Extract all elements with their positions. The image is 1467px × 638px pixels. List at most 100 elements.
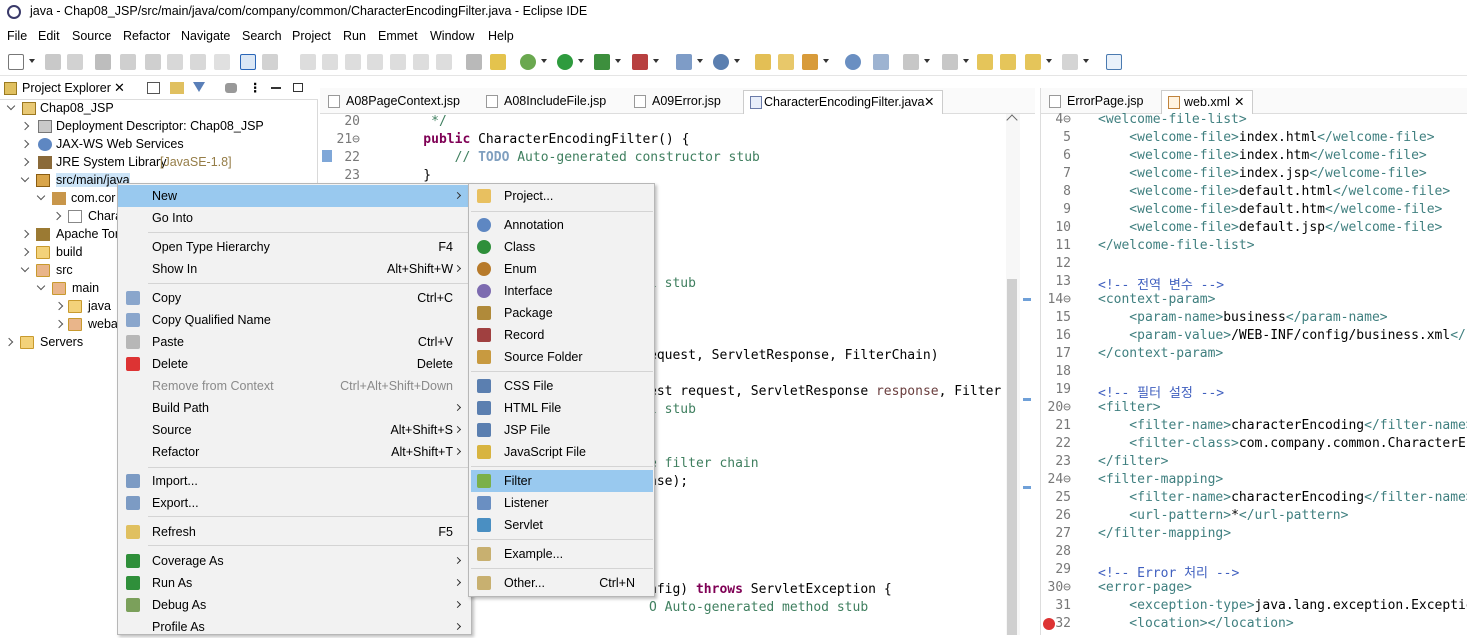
context-menu-item-delete[interactable]: Delete Delete (118, 353, 471, 375)
filter-icon[interactable] (193, 82, 205, 94)
dropdown-icon[interactable] (697, 59, 703, 63)
dropdown-icon[interactable] (823, 59, 829, 63)
step-into-icon[interactable] (390, 54, 406, 70)
tab-web-xml[interactable]: web.xml ✕ (1161, 90, 1253, 114)
scrollbar-thumb[interactable] (1007, 279, 1017, 635)
context-menu-item-debug-as[interactable]: Debug As (118, 594, 471, 616)
scroll-up-icon[interactable] (1006, 114, 1018, 126)
back-icon[interactable] (1025, 54, 1041, 70)
vertical-scrollbar[interactable] (1006, 114, 1020, 635)
menu-navigate[interactable]: Navigate (181, 29, 230, 43)
context-menu-item-show-in[interactable]: Show In Alt+Shift+W (118, 258, 471, 280)
context-menu-item-go-into[interactable]: Go Into (118, 207, 471, 229)
dropdown-icon[interactable] (963, 59, 969, 63)
minimize-icon[interactable] (271, 87, 281, 89)
debug-icon[interactable] (520, 54, 536, 70)
dropdown-icon[interactable] (29, 59, 35, 63)
save-icon[interactable] (45, 54, 61, 70)
open-folder-icon[interactable] (755, 54, 771, 70)
new-submenu-item-enum[interactable]: Enum (471, 258, 653, 280)
context-menu-item-refresh[interactable]: Refresh F5 (118, 521, 471, 543)
new-submenu-item-annotation[interactable]: Annotation (471, 214, 653, 236)
tab-a08pagecontext[interactable]: A08PageContext.jsp (322, 90, 472, 114)
dropdown-icon[interactable] (653, 59, 659, 63)
step-icon[interactable] (262, 54, 278, 70)
dropdown-icon[interactable] (615, 59, 621, 63)
menu-search[interactable]: Search (242, 29, 282, 43)
context-menu-item-paste[interactable]: Paste Ctrl+V (118, 331, 471, 353)
dropdown-icon[interactable] (578, 59, 584, 63)
new-icon[interactable] (8, 54, 24, 70)
open-type-icon[interactable] (490, 54, 506, 70)
new-submenu-item-html-file[interactable]: HTML File (471, 397, 653, 419)
new-submenu-item-source-folder[interactable]: Source Folder (471, 346, 653, 368)
new-submenu-item-other[interactable]: Other... Ctrl+N (471, 572, 653, 594)
context-menu-item-import[interactable]: Import... (118, 470, 471, 492)
maximize-icon[interactable] (293, 83, 303, 92)
format-icon[interactable] (145, 54, 161, 70)
dropdown-icon[interactable] (734, 59, 740, 63)
link-icon[interactable] (225, 83, 237, 93)
save-all-icon[interactable] (67, 54, 83, 70)
new-web-icon[interactable] (713, 54, 729, 70)
close-tab-icon[interactable]: ✕ (924, 94, 934, 109)
context-menu-item-open-type-hierarchy[interactable]: Open Type Hierarchy F4 (118, 236, 471, 258)
project-explorer-tab[interactable]: Project Explorer ✕ ⋮ (0, 78, 318, 100)
new-submenu-item-example[interactable]: Example... (471, 543, 653, 565)
search-icon[interactable] (873, 54, 889, 70)
forward-icon[interactable] (1062, 54, 1078, 70)
xml-code-area[interactable]: 4⊖ <welcome-file-list> 5 <welcome-file>ind… (1041, 112, 1467, 635)
context-menu-item-coverage-as[interactable]: Coverage As (118, 550, 471, 572)
annotation-nav-icon[interactable] (903, 54, 919, 70)
forward-edit-icon[interactable] (1000, 54, 1016, 70)
context-menu-item-new[interactable]: New (118, 185, 471, 207)
close-icon[interactable]: ✕ (114, 80, 125, 96)
menu-edit[interactable]: Edit (38, 29, 60, 43)
new-submenu-item-servlet[interactable]: Servlet (471, 514, 653, 536)
view-menu-icon[interactable]: ⋮ (249, 80, 262, 95)
open-task-icon[interactable] (466, 54, 482, 70)
tree-item-deployment-descriptor[interactable]: Deployment Descriptor: Chap08_JSP (0, 118, 318, 136)
tab-a08includefile[interactable]: A08IncludeFile.jsp (480, 90, 620, 114)
resume-icon[interactable] (300, 54, 316, 70)
tree-item-jaxws[interactable]: JAX-WS Web Services (0, 136, 318, 154)
new-submenu-item-record[interactable]: Record (471, 324, 653, 346)
mark-icon[interactable] (167, 54, 183, 70)
context-menu-item-copy-qualified-name[interactable]: Copy Qualified Name (118, 309, 471, 331)
menu-file[interactable]: File (7, 29, 27, 43)
context-menu-item-copy[interactable]: Copy Ctrl+C (118, 287, 471, 309)
step-over-icon[interactable] (413, 54, 429, 70)
context-menu-item-refactor[interactable]: Refactor Alt+Shift+T (118, 441, 471, 463)
new-submenu-item-filter[interactable]: Filter (471, 470, 653, 492)
coverage-icon[interactable] (594, 54, 610, 70)
dropdown-icon[interactable] (924, 59, 930, 63)
menu-emmet[interactable]: Emmet (378, 29, 418, 43)
last-edit-icon[interactable] (977, 54, 993, 70)
skip-icon[interactable] (120, 54, 136, 70)
menu-source[interactable]: Source (72, 29, 112, 43)
dropdown-icon[interactable] (541, 59, 547, 63)
tab-a09error[interactable]: A09Error.jsp (628, 90, 748, 114)
pen-icon[interactable] (802, 54, 818, 70)
new-submenu-item-css-file[interactable]: CSS File (471, 375, 653, 397)
new-submenu-item-project[interactable]: Project... (471, 185, 653, 207)
tree-item-jre[interactable]: JRE System Library [JavaSE-1.8] (0, 154, 318, 172)
new-server-icon[interactable] (676, 54, 692, 70)
external-tools-icon[interactable] (632, 54, 648, 70)
close-tab-icon[interactable]: ✕ (1234, 94, 1244, 109)
dropdown-icon[interactable] (1083, 59, 1089, 63)
tab-errorpage[interactable]: ErrorPage.jsp (1043, 90, 1155, 114)
open-perspective-icon[interactable] (1106, 54, 1122, 70)
collapse-icon[interactable] (190, 54, 206, 70)
link-editor-icon[interactable] (170, 82, 184, 94)
menu-run[interactable]: Run (343, 29, 366, 43)
step-return-icon[interactable] (436, 54, 452, 70)
context-menu-item-build-path[interactable]: Build Path (118, 397, 471, 419)
context-menu-item-remove-from-context[interactable]: Remove from Context Ctrl+Alt+Shift+Down (118, 375, 471, 397)
new-submenu-item-package[interactable]: Package (471, 302, 653, 324)
prev-annotation-icon[interactable] (942, 54, 958, 70)
menu-refactor[interactable]: Refactor (123, 29, 170, 43)
pilcrow-icon[interactable] (214, 54, 230, 70)
open-file-icon[interactable] (778, 54, 794, 70)
terminate-icon[interactable] (345, 54, 361, 70)
